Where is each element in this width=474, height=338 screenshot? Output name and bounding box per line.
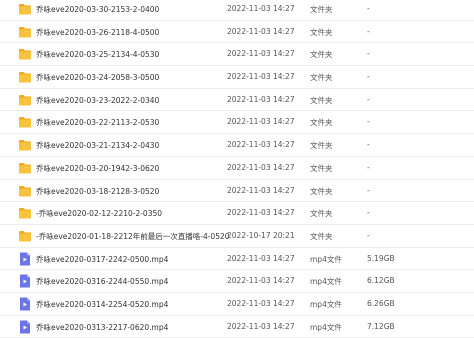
file-row[interactable]: 乔咏eve2020-03-24-2058-3-0500 2022-11-03 14… xyxy=(0,66,474,89)
file-name[interactable]: 乔咏eve2020-03-21-2134-2-0430 xyxy=(36,140,159,151)
file-name[interactable]: 乔咏eve2020-0316-2244-0550.mp4 xyxy=(36,276,168,287)
file-size: - xyxy=(367,26,370,36)
file-type: 文件夹 xyxy=(310,163,333,173)
file-row[interactable]: 乔咏eve2020-03-21-2134-2-0430 2022-11-03 14… xyxy=(0,134,474,157)
folder-icon xyxy=(18,94,32,106)
file-name[interactable]: 乔咏eve2020-03-26-2118-4-0500 xyxy=(36,27,159,38)
file-modified-date: 2022-11-03 14:27 xyxy=(227,185,295,195)
file-row[interactable]: 乔咏eve2020-0314-2254-0520.mp4 2022-11-03 1… xyxy=(0,293,474,316)
file-modified-date: 2022-11-03 14:27 xyxy=(227,72,295,82)
folder-icon xyxy=(18,139,32,151)
file-row[interactable]: 乔咏eve2020-0316-2244-0550.mp4 2022-11-03 1… xyxy=(0,270,474,293)
file-name[interactable]: 乔咏eve2020-03-30-2153-2-0400 xyxy=(36,4,159,15)
file-row[interactable]: 乔咏eve2020-0313-2217-0620.mp4 2022-11-03 1… xyxy=(0,316,474,338)
file-name[interactable]: -乔咏eve2020-02-12-2210-2-0350 xyxy=(36,208,162,219)
file-type: mp4文件 xyxy=(310,277,342,287)
folder-icon xyxy=(18,48,32,60)
file-modified-date: 2022-11-03 14:27 xyxy=(227,117,295,127)
file-name[interactable]: 乔咏eve2020-03-18-2128-3-0520 xyxy=(36,186,159,197)
folder-icon xyxy=(18,230,32,242)
file-size: - xyxy=(367,208,370,218)
folder-icon xyxy=(18,3,32,15)
file-row[interactable]: 乔咏eve2020-03-26-2118-4-0500 2022-11-03 14… xyxy=(0,21,474,44)
file-size: - xyxy=(367,140,370,150)
file-size: - xyxy=(367,230,370,240)
file-name[interactable]: 乔咏eve2020-0313-2217-0620.mp4 xyxy=(36,322,168,333)
file-modified-date: 2022-11-03 14:27 xyxy=(227,321,295,331)
file-size: - xyxy=(367,49,370,59)
video-icon xyxy=(18,274,32,288)
folder-icon xyxy=(18,207,32,219)
video-icon xyxy=(18,320,32,334)
file-type: 文件夹 xyxy=(310,27,333,37)
file-type: 文件夹 xyxy=(310,186,333,196)
file-modified-date: 2022-11-03 14:27 xyxy=(227,253,295,263)
file-size: - xyxy=(367,117,370,127)
folder-icon xyxy=(18,185,32,197)
file-size: - xyxy=(367,72,370,82)
file-size: - xyxy=(367,185,370,195)
file-row[interactable]: -乔咏eve2020-01-18-2212年前最后一次直播咯-4-0520 202… xyxy=(0,225,474,248)
file-name[interactable]: 乔咏eve2020-03-20-1942-3-0620 xyxy=(36,163,159,174)
file-row[interactable]: -乔咏eve2020-02-12-2210-2-0350 2022-11-03 1… xyxy=(0,202,474,225)
file-row[interactable]: 乔咏eve2020-03-18-2128-3-0520 2022-11-03 14… xyxy=(0,180,474,203)
file-modified-date: 2022-11-03 14:27 xyxy=(227,298,295,308)
file-size: 7.12GB xyxy=(367,321,395,331)
file-type: 文件夹 xyxy=(310,209,333,219)
file-size: 5.19GB xyxy=(367,253,395,263)
file-type: mp4文件 xyxy=(310,254,342,264)
file-type: 文件夹 xyxy=(310,5,333,14)
file-type: mp4文件 xyxy=(310,322,342,332)
file-modified-date: 2022-11-03 14:27 xyxy=(227,140,295,150)
file-name[interactable]: 乔咏eve2020-03-23-2022-2-0340 xyxy=(36,95,159,106)
file-modified-date: 2022-11-03 14:27 xyxy=(227,49,295,59)
file-row[interactable]: 乔咏eve2020-0317-2242-0500.mp4 2022-11-03 1… xyxy=(0,248,474,271)
file-modified-date: 2022-11-03 14:27 xyxy=(227,4,295,13)
file-size: 6.12GB xyxy=(367,276,395,286)
folder-icon xyxy=(18,162,32,174)
file-type: 文件夹 xyxy=(310,73,333,83)
file-type: 文件夹 xyxy=(310,231,333,241)
file-modified-date: 2022-11-03 14:27 xyxy=(227,94,295,104)
file-size: - xyxy=(367,4,370,13)
video-icon xyxy=(18,297,32,311)
file-modified-date: 2022-11-03 14:27 xyxy=(227,276,295,286)
folder-icon xyxy=(18,71,32,83)
file-modified-date: 2022-10-17 20:21 xyxy=(227,230,295,240)
file-name[interactable]: -乔咏eve2020-01-18-2212年前最后一次直播咯-4-0520 xyxy=(36,231,230,242)
file-row[interactable]: 乔咏eve2020-03-20-1942-3-0620 2022-11-03 14… xyxy=(0,157,474,180)
file-modified-date: 2022-11-03 14:27 xyxy=(227,26,295,36)
file-type: 文件夹 xyxy=(310,95,333,105)
file-size: - xyxy=(367,94,370,104)
video-icon xyxy=(18,252,32,266)
file-row[interactable]: 乔咏eve2020-03-22-2113-2-0530 2022-11-03 14… xyxy=(0,111,474,135)
file-name[interactable]: 乔咏eve2020-0314-2254-0520.mp4 xyxy=(36,299,168,310)
file-name[interactable]: 乔咏eve2020-03-24-2058-3-0500 xyxy=(36,72,159,83)
file-name[interactable]: 乔咏eve2020-03-22-2113-2-0530 xyxy=(36,117,159,128)
file-type: 文件夹 xyxy=(310,50,333,60)
folder-icon xyxy=(18,116,32,128)
file-name[interactable]: 乔咏eve2020-03-25-2134-4-0530 xyxy=(36,49,159,60)
file-modified-date: 2022-11-03 14:27 xyxy=(227,208,295,218)
file-type: mp4文件 xyxy=(310,299,342,309)
file-modified-date: 2022-11-03 14:27 xyxy=(227,162,295,172)
file-row[interactable]: 乔咏eve2020-03-25-2134-4-0530 2022-11-03 14… xyxy=(0,43,474,67)
file-row[interactable]: 乔咏eve2020-03-23-2022-2-0340 2022-11-03 14… xyxy=(0,89,474,112)
file-name[interactable]: 乔咏eve2020-0317-2242-0500.mp4 xyxy=(36,254,168,265)
file-list: 乔咏eve2020-03-30-2153-2-0400 2022-11-03 14… xyxy=(0,0,474,338)
file-size: 6.26GB xyxy=(367,298,395,308)
file-row[interactable]: 乔咏eve2020-03-30-2153-2-0400 2022-11-03 14… xyxy=(0,0,474,21)
file-type: 文件夹 xyxy=(310,141,333,151)
file-type: 文件夹 xyxy=(310,118,333,128)
file-size: - xyxy=(367,162,370,172)
folder-icon xyxy=(18,26,32,38)
